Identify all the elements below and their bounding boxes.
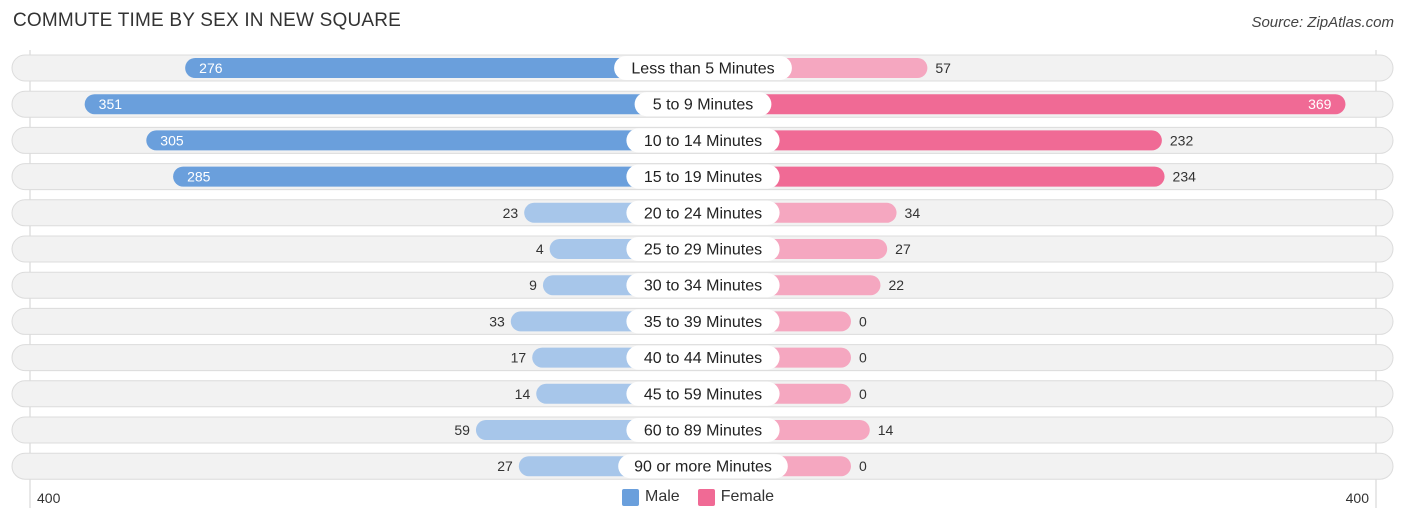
category-label: 15 to 19 Minutes: [644, 169, 762, 186]
category-label: 10 to 14 Minutes: [644, 133, 762, 150]
value-label-female: 14: [878, 422, 894, 438]
legend-label-male: Male: [645, 488, 680, 505]
axis-tick-right: 400: [1345, 490, 1369, 506]
value-label-female: 232: [1170, 132, 1194, 148]
value-label-female: 34: [905, 205, 921, 221]
axis-tick-left: 400: [37, 490, 61, 506]
category-label: 20 to 24 Minutes: [644, 205, 762, 222]
value-label-female: 0: [859, 458, 867, 474]
category-label: 60 to 89 Minutes: [644, 423, 762, 440]
value-label-female: 234: [1173, 169, 1197, 185]
chart-svg: 276 57 Less than 5 Minutes 351 369 5 to 9 Min…: [11, 50, 1394, 508]
category-label: 5 to 9 Minutes: [653, 97, 754, 114]
value-label-female: 0: [859, 386, 867, 402]
value-label-male: 285: [187, 169, 211, 185]
value-label-male: 14: [515, 386, 531, 402]
value-label-male: 27: [497, 458, 513, 474]
category-label: Less than 5 Minutes: [631, 61, 774, 78]
legend-swatch-male: [622, 488, 639, 506]
value-label-female: 0: [859, 313, 867, 329]
value-label-male: 59: [454, 422, 470, 438]
bar-male[interactable]: [84, 94, 703, 115]
value-label-male: 351: [99, 96, 123, 112]
value-label-female: 57: [935, 60, 951, 76]
category-label: 90 or more Minutes: [634, 459, 772, 476]
legend-item-male[interactable]: Male: [622, 488, 680, 506]
category-label: 25 to 29 Minutes: [644, 242, 762, 259]
legend: Male Female: [622, 488, 786, 506]
value-label-male: 305: [160, 132, 184, 148]
value-label-male: 276: [199, 60, 223, 76]
value-label-male: 23: [503, 205, 519, 221]
legend-swatch-female: [697, 488, 715, 506]
category-label: 40 to 44 Minutes: [644, 350, 762, 367]
value-label-female: 27: [895, 241, 911, 257]
value-label-male: 4: [536, 241, 544, 257]
bar-female[interactable]: [703, 94, 1346, 115]
value-label-female: 369: [1308, 96, 1332, 112]
legend-label-female: Female: [720, 488, 775, 505]
bar-male[interactable]: [173, 166, 704, 187]
value-label-female: 22: [888, 277, 904, 293]
category-label: 45 to 59 Minutes: [644, 386, 762, 403]
value-label-male: 9: [529, 277, 537, 293]
value-label-male: 17: [511, 350, 527, 366]
category-label: 30 to 34 Minutes: [644, 278, 762, 295]
value-label-female: 0: [859, 350, 867, 366]
legend-item-female[interactable]: Female: [697, 488, 775, 506]
category-label: 35 to 39 Minutes: [644, 314, 762, 331]
bar-male[interactable]: [146, 130, 704, 151]
value-label-male: 33: [489, 313, 505, 329]
